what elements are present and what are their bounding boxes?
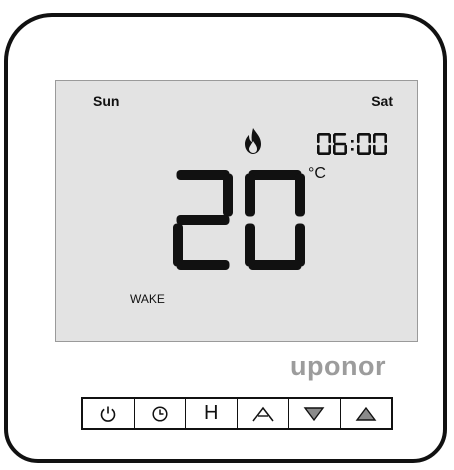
temperature-digit — [173, 170, 233, 270]
segment — [245, 173, 255, 217]
clock-icon — [152, 405, 168, 422]
time-digit — [373, 133, 387, 155]
triangle-down-icon — [303, 406, 325, 421]
segment — [368, 133, 371, 144]
mode-label: WAKE — [130, 292, 165, 306]
temperature-display — [173, 170, 305, 270]
segment — [245, 223, 255, 267]
clock-button[interactable] — [133, 399, 186, 428]
temperature-digit — [245, 170, 305, 270]
time-colon — [351, 148, 354, 151]
segment — [357, 133, 371, 136]
segment — [248, 260, 302, 270]
temperature-unit: °C — [308, 165, 326, 182]
segment — [333, 152, 347, 155]
time-display — [317, 133, 387, 155]
segment — [333, 142, 347, 146]
segment — [373, 144, 376, 155]
segment — [333, 133, 347, 136]
day-start-label: Sun — [93, 93, 120, 109]
segment — [357, 152, 371, 155]
segment — [373, 133, 376, 144]
segment — [176, 260, 230, 270]
time-colon — [351, 140, 354, 143]
time-digit — [333, 133, 347, 155]
lcd-screen: Sun Sat °C WAKE — [55, 80, 418, 342]
segment — [317, 133, 320, 144]
time-digit — [317, 133, 331, 155]
chevron-up-icon — [252, 406, 274, 421]
segment — [317, 133, 331, 136]
time-digit — [357, 133, 371, 155]
segment — [328, 133, 331, 144]
segment — [344, 144, 347, 155]
triangle-up-icon — [355, 406, 377, 421]
segment — [333, 133, 336, 144]
brand-logo: uponor — [290, 351, 386, 381]
segment — [176, 215, 230, 225]
segment — [373, 152, 387, 155]
segment — [223, 173, 233, 217]
flame-icon — [245, 128, 261, 154]
thermostat-device: Sun Sat °C WAKE uponor H — [4, 13, 447, 463]
down-button[interactable] — [288, 399, 340, 428]
segment — [295, 173, 305, 217]
segment — [357, 144, 360, 155]
day-end-label: Sat — [371, 93, 393, 109]
segment — [248, 170, 302, 180]
segment — [317, 152, 331, 155]
power-icon — [100, 406, 116, 422]
segment — [176, 170, 230, 180]
segment — [317, 144, 320, 155]
segment — [357, 133, 360, 144]
up-button[interactable] — [339, 399, 392, 428]
chevron-up-button[interactable] — [236, 399, 289, 428]
segment — [373, 133, 387, 136]
h-button[interactable]: H — [185, 399, 237, 428]
h-button-label: H — [204, 402, 219, 424]
power-button[interactable] — [83, 399, 134, 428]
button-panel: H — [81, 397, 393, 430]
segment — [384, 133, 387, 144]
